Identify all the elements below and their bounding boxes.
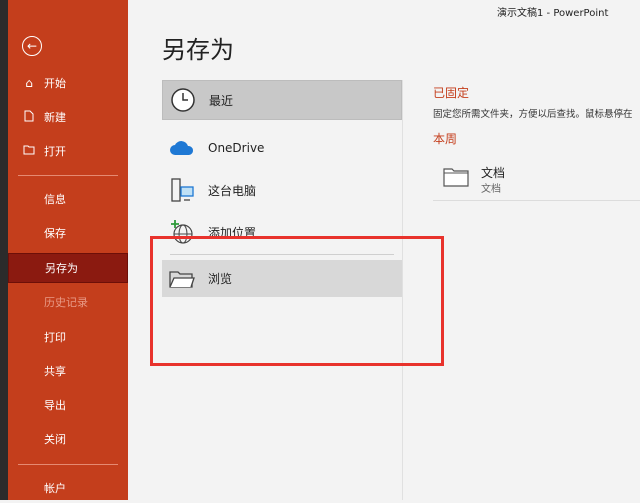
nav-save-as[interactable]: 另存为 [8, 253, 128, 283]
nav-share-label: 共享 [44, 365, 66, 378]
location-onedrive[interactable]: OneDrive [162, 128, 402, 168]
nav-account-label: 帐户 [44, 482, 66, 495]
nav-share[interactable]: 共享 [8, 356, 128, 386]
nav-print[interactable]: 打印 [8, 322, 128, 352]
nav-save[interactable]: 保存 [8, 218, 128, 248]
nav-home-label: 开始 [44, 77, 66, 90]
back-arrow-icon[interactable]: ← [22, 36, 42, 56]
sidebar-divider-bottom [18, 464, 118, 465]
pinned-title: 已固定 [433, 86, 470, 100]
open-folder-icon [22, 144, 36, 158]
recent-folder-path: 文档 [481, 184, 501, 195]
nav-save-as-label: 另存为 [45, 262, 78, 275]
backstage-sidebar: ← ⌂ 开始 新建 打开 信息 保存 另存为 历史记录 打印 共享 导出 关闭 [8, 0, 128, 500]
new-file-icon [22, 110, 36, 125]
nav-history: 历史记录 [8, 287, 128, 317]
location-this-pc-label: 这台电脑 [208, 183, 257, 198]
location-onedrive-label: OneDrive [208, 141, 265, 155]
nav-info[interactable]: 信息 [8, 184, 128, 214]
folder-icon [443, 166, 469, 192]
nav-close[interactable]: 关闭 [8, 424, 128, 454]
computer-icon [166, 174, 198, 206]
nav-info-label: 信息 [44, 193, 66, 206]
nav-close-label: 关闭 [44, 433, 66, 446]
recent-folder-item[interactable]: 文档 文档 [433, 160, 640, 202]
location-recent[interactable]: 最近 [162, 80, 402, 120]
nav-export[interactable]: 导出 [8, 390, 128, 420]
location-recent-label: 最近 [209, 93, 234, 108]
nav-history-label: 历史记录 [44, 296, 88, 309]
window-title: 演示文稿1 - PowerPoint [497, 8, 609, 19]
this-week-title: 本周 [433, 132, 458, 146]
clock-icon [167, 84, 199, 116]
nav-print-label: 打印 [44, 331, 66, 344]
nav-account[interactable]: 帐户 [8, 473, 128, 503]
nav-export-label: 导出 [44, 399, 66, 412]
recent-item-divider [433, 200, 640, 201]
page-title: 另存为 [162, 36, 234, 64]
nav-save-label: 保存 [44, 227, 66, 240]
pinned-description: 固定您所需文件夹，方便以后查找。鼠标悬停在 [433, 109, 633, 120]
nav-open[interactable]: 打开 [8, 136, 128, 166]
nav-new[interactable]: 新建 [8, 102, 128, 132]
sidebar-divider [18, 175, 118, 176]
recent-folder-name: 文档 [481, 166, 506, 180]
cloud-icon [166, 132, 198, 164]
nav-new-label: 新建 [44, 111, 66, 124]
nav-open-label: 打开 [44, 145, 66, 158]
window-left-edge [0, 0, 8, 500]
location-this-pc[interactable]: 这台电脑 [162, 170, 402, 210]
nav-home[interactable]: ⌂ 开始 [8, 68, 128, 98]
home-icon: ⌂ [25, 76, 33, 90]
annotation-highlight-box [150, 236, 444, 366]
